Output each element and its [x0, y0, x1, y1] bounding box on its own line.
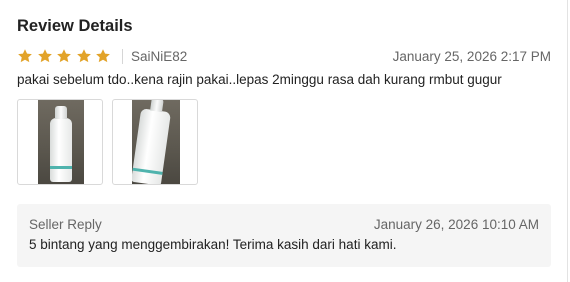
star-icon: [37, 48, 53, 64]
star-icon: [56, 48, 72, 64]
star-icon: [76, 48, 92, 64]
reviewer-name: SaiNiE82: [131, 49, 188, 64]
meta-divider: [122, 49, 123, 64]
star-icon: [17, 48, 33, 64]
review-photos: [17, 99, 198, 185]
seller-reply-text: 5 bintang yang menggembirakan! Terima ka…: [29, 237, 397, 252]
seller-reply-date: January 26, 2026 10:10 AM: [373, 217, 539, 232]
review-photo-1[interactable]: [17, 99, 103, 185]
review-meta-row: SaiNiE82 January 25, 2026 2:17 PM: [17, 47, 551, 67]
page-title: Review Details: [17, 17, 133, 35]
review-date: January 25, 2026 2:17 PM: [392, 49, 551, 64]
review-details-panel: Review Details SaiNiE82 January 25, 2026…: [0, 0, 568, 282]
review-photo-2[interactable]: [112, 99, 198, 185]
star-rating: [17, 48, 111, 64]
seller-reply-box: Seller Reply January 26, 2026 10:10 AM 5…: [17, 204, 551, 267]
seller-reply-label: Seller Reply: [29, 217, 102, 232]
product-bottle-photo: [132, 100, 180, 184]
product-bottle-photo: [38, 100, 84, 184]
review-text: pakai sebelum tdo..kena rajin pakai..lep…: [17, 72, 502, 87]
star-icon: [95, 48, 111, 64]
